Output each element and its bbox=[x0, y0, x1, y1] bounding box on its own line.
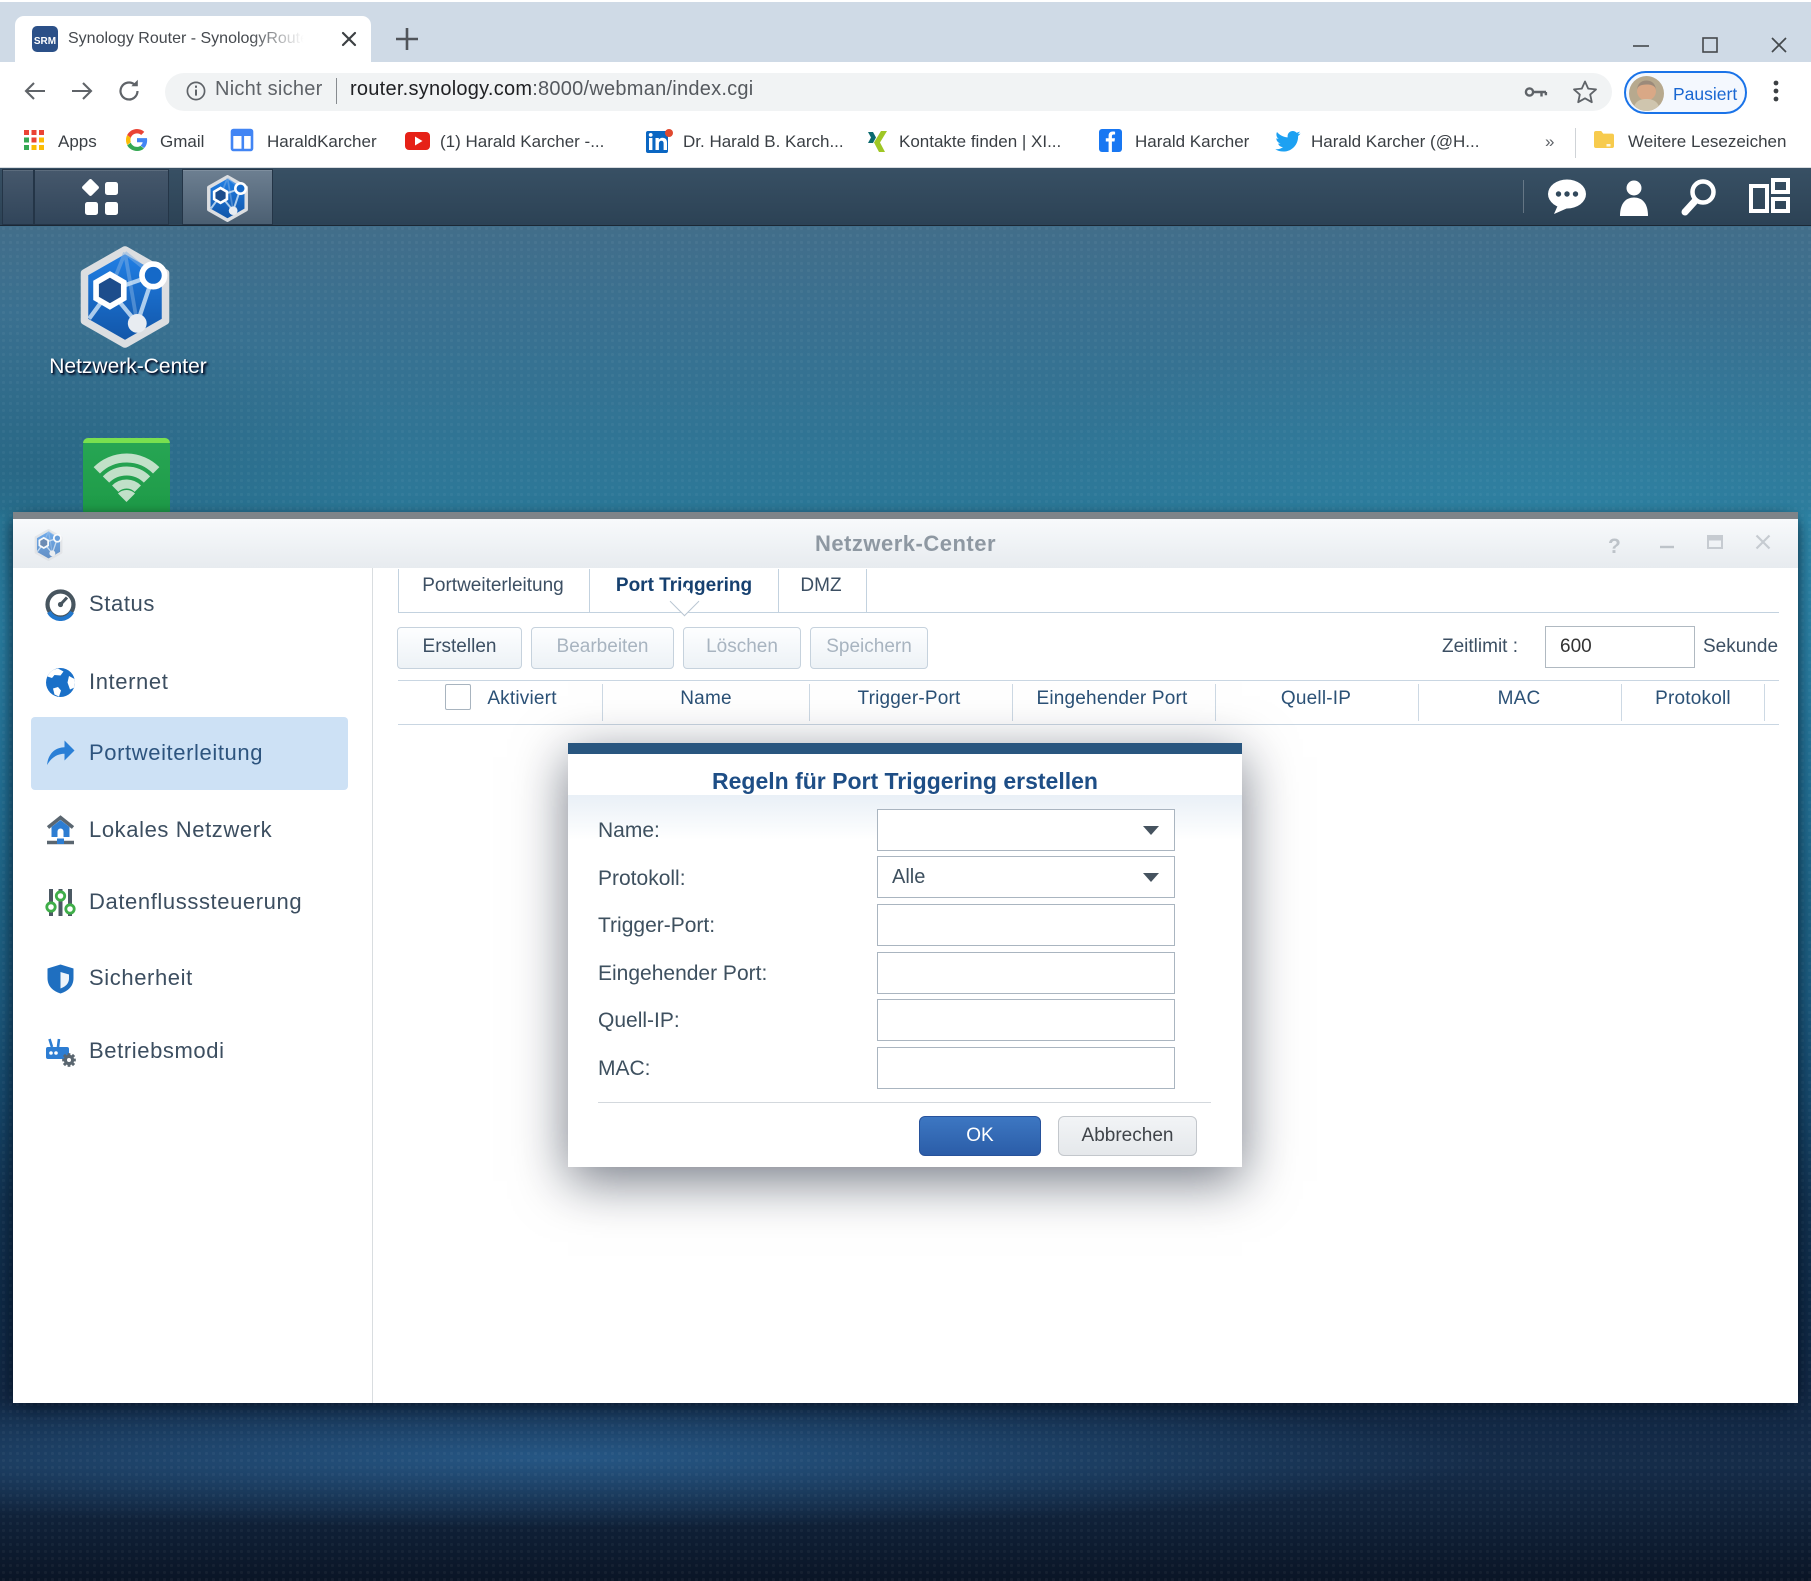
svg-text:SRM: SRM bbox=[34, 36, 56, 47]
